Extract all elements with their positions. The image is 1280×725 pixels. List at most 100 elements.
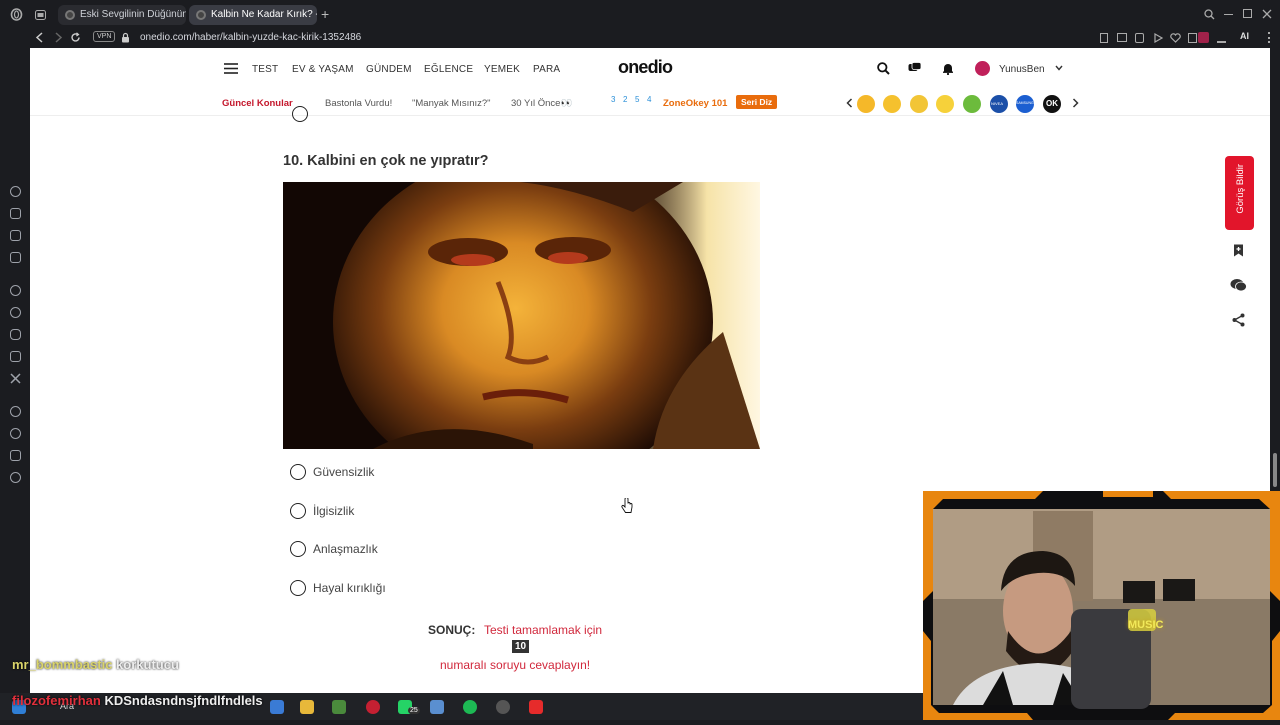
- taskbar-app-icon[interactable]: [430, 700, 444, 714]
- nivea-badge[interactable]: NIVEA: [990, 95, 1008, 113]
- workspaces-icon[interactable]: [10, 208, 21, 219]
- nav-gundem[interactable]: GÜNDEM: [366, 64, 412, 75]
- seri-diz-badge[interactable]: Seri Diz: [736, 95, 778, 109]
- trending-link[interactable]: Bastonla Vurdu!: [325, 98, 392, 109]
- tab-islands-icon[interactable]: [35, 10, 46, 20]
- back-icon[interactable]: [35, 32, 45, 43]
- ok-badge-label: OK: [1046, 99, 1058, 108]
- chevron-left-icon[interactable]: [846, 98, 853, 108]
- radio-button[interactable]: [290, 541, 306, 557]
- menu-icon[interactable]: [1268, 32, 1270, 43]
- taskbar-app-icon[interactable]: [270, 700, 284, 714]
- option-label[interactable]: Anlaşmazlık: [313, 542, 378, 556]
- heart-icon[interactable]: [1170, 33, 1181, 43]
- wallet-icon[interactable]: [1135, 33, 1144, 43]
- nav-test[interactable]: TEST: [252, 64, 278, 75]
- opera-taskbar-icon[interactable]: [366, 700, 380, 714]
- spotify-icon[interactable]: [463, 700, 477, 714]
- tab-active[interactable]: Kalbin Ne Kadar Kırık? - On: [189, 5, 317, 25]
- search-tabs-icon[interactable]: [1204, 9, 1215, 20]
- chatgpt-icon[interactable]: [10, 285, 21, 296]
- file-explorer-icon[interactable]: [300, 700, 314, 714]
- smirk-emoji-icon[interactable]: [936, 95, 954, 113]
- discord-icon[interactable]: [10, 329, 21, 340]
- minimize-icon[interactable]: [1224, 14, 1233, 15]
- taskbar-app-icon[interactable]: [529, 700, 543, 714]
- chat-message: filozofemirhan KDSndasndnsjfndlfndlels: [12, 693, 263, 708]
- site-logo[interactable]: onedio: [618, 57, 673, 78]
- search-icon[interactable]: [877, 62, 890, 75]
- comments-icon[interactable]: [1230, 278, 1247, 292]
- chevron-down-icon[interactable]: [1055, 65, 1063, 71]
- maximize-icon[interactable]: [1243, 9, 1252, 18]
- avatar[interactable]: [975, 61, 990, 76]
- x-twitter-icon[interactable]: [10, 373, 21, 384]
- settings-icon[interactable]: [10, 472, 21, 483]
- number-strip-item[interactable]: 4: [647, 95, 651, 104]
- number-strip-item[interactable]: 5: [635, 95, 639, 104]
- page-scrollbar-thumb[interactable]: [1273, 453, 1277, 487]
- sad-emoji-icon[interactable]: [910, 95, 928, 113]
- option-label[interactable]: Hayal kırıklığı: [313, 581, 386, 595]
- easy-files-icon[interactable]: [1217, 33, 1226, 43]
- hamburger-menu-icon[interactable]: [224, 63, 238, 74]
- obs-icon[interactable]: [496, 700, 510, 714]
- ok-badge[interactable]: OK: [1043, 95, 1061, 113]
- samsung-badge[interactable]: SAMSUNG: [1016, 95, 1034, 113]
- nav-yemek[interactable]: YEMEK: [484, 64, 520, 75]
- forward-icon[interactable]: [53, 32, 63, 43]
- onedio-favicon-icon: [196, 10, 206, 20]
- option-label[interactable]: Güvensizlik: [313, 465, 374, 479]
- nav-ev-yasam[interactable]: EV & YAŞAM: [292, 64, 354, 75]
- vpn-badge[interactable]: VPN: [93, 31, 116, 42]
- tree-icon[interactable]: [963, 95, 981, 113]
- trending-link[interactable]: 30 Yıl Önce👀: [511, 98, 572, 109]
- instagram-icon[interactable]: [10, 351, 21, 362]
- option-label[interactable]: İlgisizlik: [313, 504, 354, 518]
- chevron-right-icon[interactable]: [1072, 98, 1079, 108]
- notification-bell-icon[interactable]: [942, 62, 954, 75]
- whatsapp-icon[interactable]: [10, 307, 21, 318]
- pinboard-icon[interactable]: [10, 230, 21, 241]
- extensions-sidebar-icon[interactable]: [10, 450, 21, 461]
- close-icon[interactable]: [1262, 9, 1272, 19]
- tab-inactive[interactable]: Eski Sevgilinin Düğününde: [58, 5, 186, 25]
- history-icon[interactable]: [10, 428, 21, 439]
- radio-button[interactable]: [290, 580, 306, 596]
- trending-link[interactable]: "Manyak Mısınız?": [412, 98, 491, 109]
- radio-button[interactable]: [290, 464, 306, 480]
- result-number-badge[interactable]: 10: [512, 640, 530, 653]
- bookmark-add-icon[interactable]: [1233, 244, 1244, 257]
- radio-button[interactable]: [290, 503, 306, 519]
- number-strip-item[interactable]: 2: [623, 95, 627, 104]
- chat-bubbles-icon[interactable]: [908, 62, 922, 75]
- opera-logo-icon[interactable]: [10, 8, 23, 21]
- question-image: [283, 182, 760, 449]
- messenger-m-icon[interactable]: [10, 252, 21, 263]
- bookmark-page-icon[interactable]: [1100, 33, 1108, 43]
- taskbar-app-icon[interactable]: [332, 700, 346, 714]
- number-strip-item[interactable]: 3: [611, 95, 615, 104]
- new-tab-icon[interactable]: +: [321, 6, 329, 22]
- lock-icon[interactable]: [121, 32, 130, 43]
- zoneokey-link[interactable]: ZoneOkey 101: [663, 98, 727, 109]
- reload-icon[interactable]: [70, 32, 81, 43]
- previous-option-radio[interactable]: [292, 106, 308, 122]
- nav-eglence[interactable]: EĞLENCE: [424, 64, 473, 75]
- profile-icon[interactable]: [1198, 32, 1209, 43]
- url-field[interactable]: onedio.com/haber/kalbin-yuzde-kac-kirik-…: [140, 32, 361, 43]
- player-sidebar-icon[interactable]: [10, 406, 21, 417]
- extensions-icon[interactable]: [1188, 33, 1197, 43]
- heart-eyes-emoji-icon[interactable]: [883, 95, 901, 113]
- player-icon[interactable]: [1153, 33, 1163, 43]
- trending-title: Güncel Konular: [222, 98, 293, 109]
- share-icon[interactable]: [1232, 313, 1245, 327]
- aria-ai-button[interactable]: AI: [1240, 31, 1249, 41]
- nav-para[interactable]: PARA: [533, 64, 560, 75]
- emoji-category-icon[interactable]: [857, 95, 875, 113]
- snapshot-icon[interactable]: [1117, 33, 1127, 42]
- feedback-button[interactable]: Görüş Bildir: [1225, 156, 1254, 230]
- username[interactable]: YunusBen: [999, 64, 1045, 75]
- aria-icon[interactable]: [10, 186, 21, 197]
- address-bar: VPN onedio.com/haber/kalbin-yuzde-kac-ki…: [0, 28, 1280, 48]
